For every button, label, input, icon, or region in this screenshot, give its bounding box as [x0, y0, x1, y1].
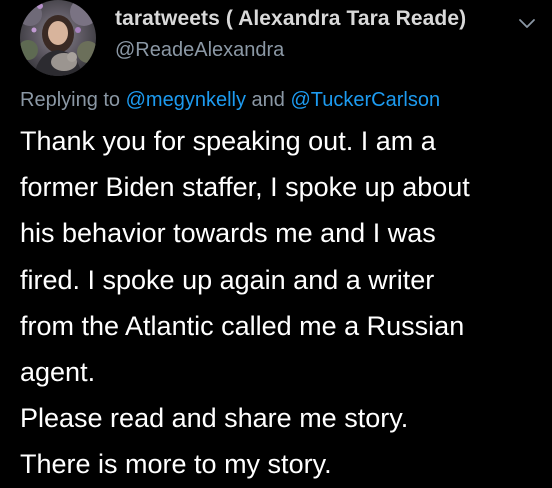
mention-megynkelly[interactable]: @megynkelly: [126, 89, 246, 111]
tweet-text-line: from the Atlantic called me a Russian: [20, 310, 465, 341]
tweet-text-line: Please read and share me story.: [20, 403, 409, 434]
author-handle[interactable]: @ReadeAlexandra: [115, 36, 512, 64]
tweet-text-line: Thank you for speaking out. I am a: [20, 126, 436, 156]
avatar[interactable]: [20, 0, 96, 76]
author-display-name[interactable]: taratweets ( Alexandra Tara Reade): [115, 2, 512, 36]
tweet-text-line: fired. I spoke up again and a writer: [20, 264, 435, 295]
tweet-card: taratweets ( Alexandra Tara Reade) @Read…: [0, 0, 552, 486]
tweet-text-line: his behavior towards me and I was: [20, 218, 436, 249]
tweet-text: Thank you for speaking out. I am a forme…: [20, 118, 545, 488]
tweet-text-line: agent.: [20, 357, 96, 388]
tweet-header: taratweets ( Alexandra Tara Reade) @Read…: [115, 2, 512, 64]
chevron-down-icon[interactable]: [516, 12, 538, 34]
avatar-photo: [20, 0, 96, 76]
replying-to-line: Replying to @megynkelly and @TuckerCarls…: [20, 84, 440, 116]
tweet-text-line: former Biden staffer, I spoke up about: [20, 172, 470, 203]
replying-to-label: Replying to: [20, 89, 121, 111]
mention-tuckercarlson[interactable]: @TuckerCarlson: [290, 89, 440, 111]
replying-to-connector: and: [251, 89, 285, 111]
tweet-text-line: There is more to my story.: [20, 449, 332, 480]
